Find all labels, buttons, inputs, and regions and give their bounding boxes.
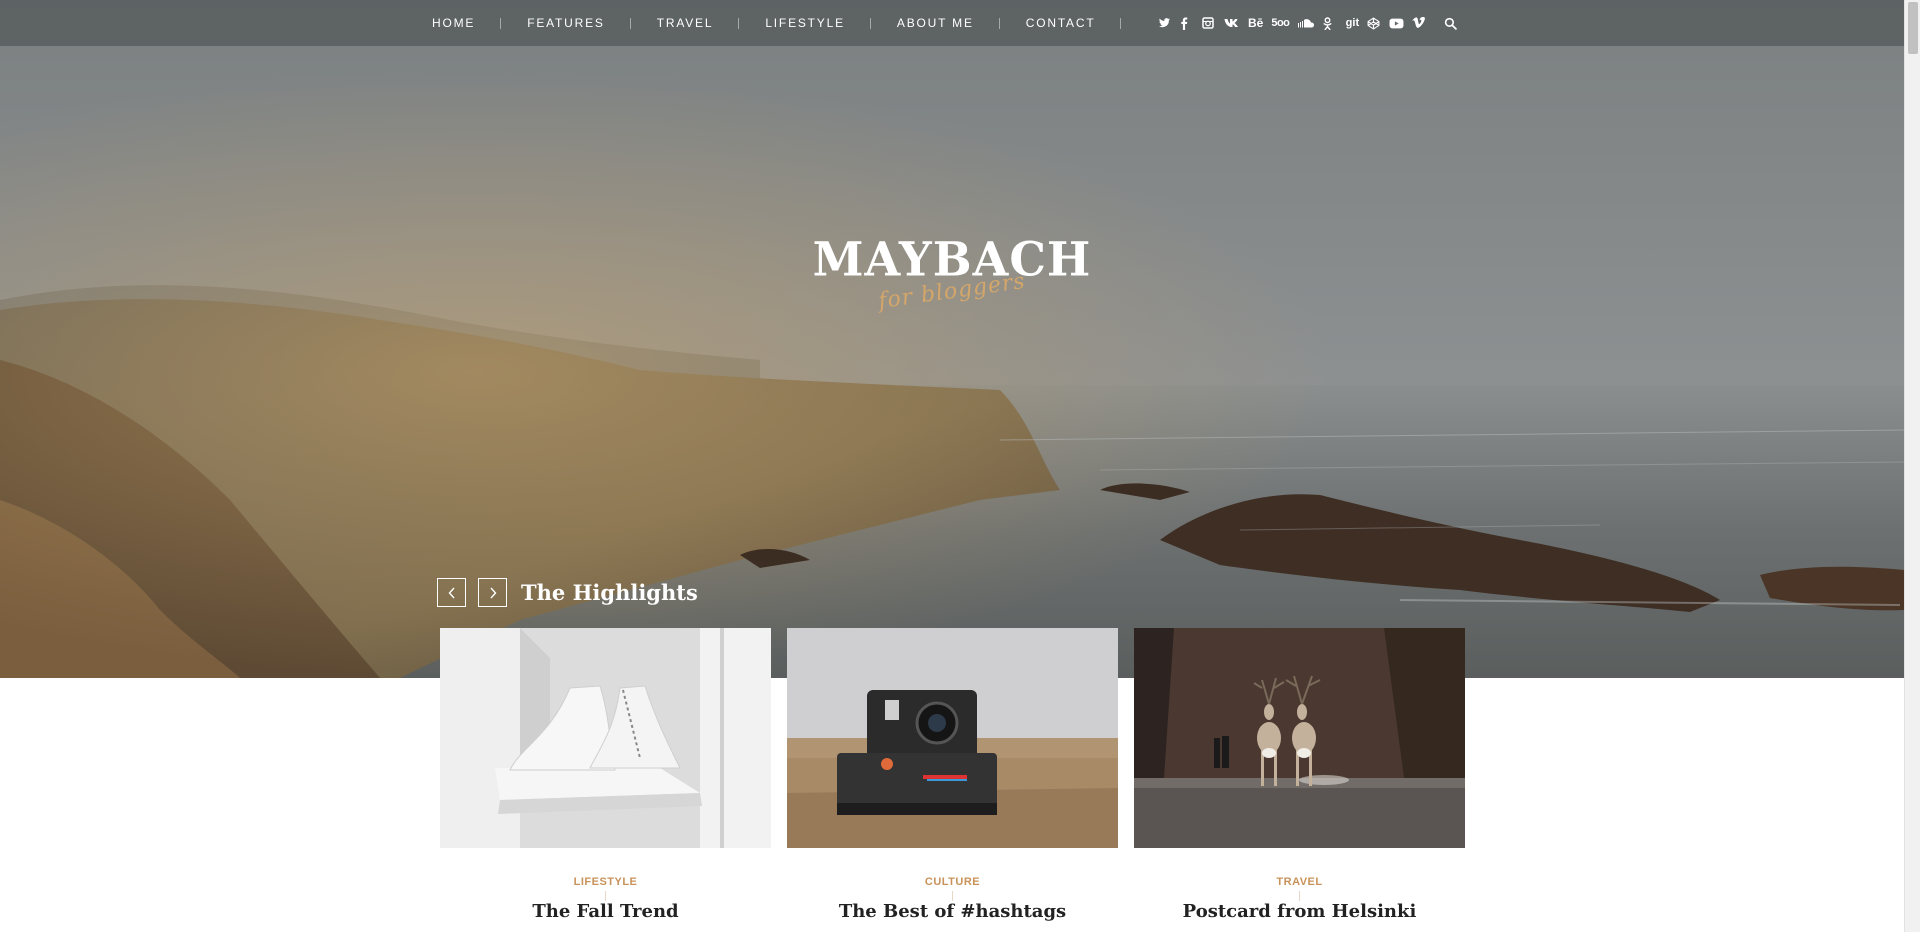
500px-icon[interactable]: 5oo — [1271, 17, 1290, 29]
nav-item-lifestyle[interactable]: LIFESTYLE — [739, 16, 871, 30]
highlight-card: CULTURE The Best of #hashtags — [787, 628, 1118, 922]
highlights-header: The Highlights — [437, 578, 698, 607]
instagram-icon[interactable] — [1202, 17, 1216, 29]
card-category[interactable]: TRAVEL — [1134, 876, 1465, 888]
odnoklassniki-icon[interactable] — [1323, 16, 1337, 30]
nav-item-contact[interactable]: CONTACT — [1000, 16, 1122, 30]
card-divider — [605, 891, 606, 901]
vimeo-icon[interactable] — [1412, 17, 1426, 29]
site-logo[interactable]: MAYBACH for bloggers — [0, 231, 1904, 314]
nav-item-features[interactable]: FEATURES — [501, 16, 631, 30]
card-image-sneakers[interactable] — [440, 628, 771, 848]
facebook-icon[interactable] — [1180, 16, 1194, 30]
card-title[interactable]: The Best of #hashtags — [787, 901, 1118, 922]
card-category[interactable]: LIFESTYLE — [440, 876, 771, 888]
github-icon[interactable]: git — [1345, 17, 1359, 29]
twitter-icon[interactable] — [1158, 17, 1172, 29]
hero-banner — [0, 0, 1904, 678]
card-category[interactable]: CULTURE — [787, 876, 1118, 888]
nav-menu: HOME FEATURES TRAVEL LIFESTYLE ABOUT ME … — [420, 0, 1122, 46]
highlight-card: TRAVEL Postcard from Helsinki — [1134, 628, 1465, 922]
vk-icon[interactable] — [1224, 18, 1240, 28]
hero-landscape-image — [0, 0, 1904, 678]
nav-item-travel[interactable]: TRAVEL — [631, 16, 740, 30]
highlight-card: LIFESTYLE The Fall Trend — [440, 628, 771, 922]
behance-icon[interactable]: Bē — [1248, 17, 1263, 29]
social-links: Bē 5oo git — [1158, 0, 1458, 46]
chevron-left-icon — [448, 587, 455, 598]
card-image-camera[interactable] — [787, 628, 1118, 848]
card-image-deer[interactable] — [1134, 628, 1465, 848]
codepen-icon[interactable] — [1367, 17, 1381, 30]
next-slide-button[interactable] — [478, 578, 507, 607]
youtube-icon[interactable] — [1389, 18, 1404, 29]
scrollbar-thumb[interactable] — [1908, 2, 1918, 54]
nav-item-about-me[interactable]: ABOUT ME — [871, 16, 1000, 30]
soundcloud-icon[interactable] — [1297, 18, 1315, 28]
card-divider — [952, 891, 953, 901]
card-divider — [1299, 891, 1300, 901]
page-scrollbar[interactable] — [1904, 0, 1920, 932]
highlights-heading: The Highlights — [521, 580, 698, 605]
nav-item-home[interactable]: HOME — [420, 16, 502, 30]
highlights-carousel: LIFESTYLE The Fall Trend CULTURE The Bes… — [440, 628, 1465, 922]
prev-slide-button[interactable] — [437, 578, 466, 607]
search-icon[interactable] — [1444, 17, 1458, 30]
card-title[interactable]: Postcard from Helsinki — [1134, 901, 1465, 922]
top-navigation: HOME FEATURES TRAVEL LIFESTYLE ABOUT ME … — [0, 0, 1904, 46]
chevron-right-icon — [489, 587, 496, 598]
card-title[interactable]: The Fall Trend — [440, 901, 771, 922]
